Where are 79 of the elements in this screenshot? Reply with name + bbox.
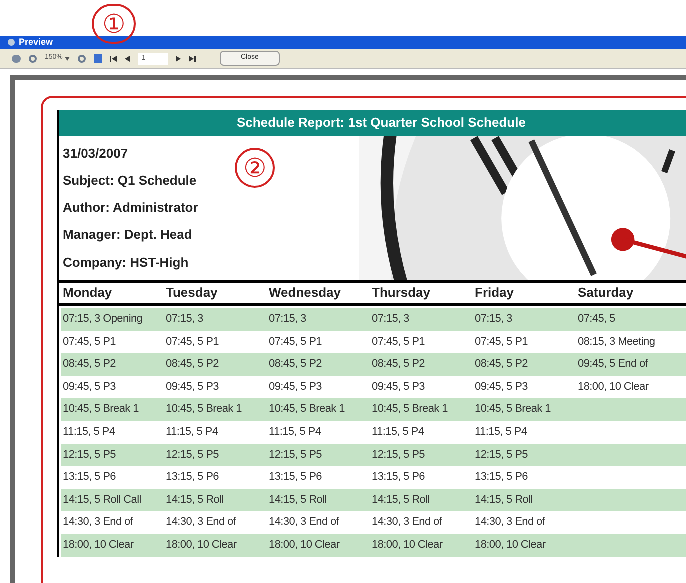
table-cell-text: 09:45, 5 P3 [474, 380, 529, 395]
table-cell-text: 11:15, 5 P4 [62, 425, 116, 440]
table-cell-text: 13:15, 5 P6 [268, 470, 323, 486]
table-cell-text: 14:30, 3 End of [474, 515, 546, 530]
table-cell-text: 12:15, 5 P5 [371, 448, 426, 463]
column-header: Tuesday [165, 284, 219, 302]
table-cell-text: 14:15, 5 Roll [371, 492, 431, 508]
table-cell-text: 07:45, 5 P1 [474, 334, 529, 350]
table-cell-text: 14:30, 3 End of [371, 515, 444, 530]
table-cell-text: 07:15, 3 Opening [62, 312, 144, 328]
table-cell-text: 08:45, 5 P2 [165, 357, 220, 372]
table-cell-text: 08:45, 5 P2 [474, 357, 529, 372]
column-header: Friday [474, 284, 516, 302]
previous-page-icon[interactable] [124, 56, 130, 62]
first-page-icon[interactable] [110, 56, 117, 62]
table-cell-text: 10:45, 5 Break 1 [371, 402, 449, 418]
table-cell-text: 09:45, 5 End of [577, 357, 650, 372]
table-cell-text: 18:00, 10 Clear [62, 538, 135, 553]
table-cell-text: 14:15, 5 Roll [268, 492, 328, 508]
table-cell-text: 14:30, 3 End of [62, 515, 134, 530]
report-info: Company: HST-High [63, 254, 190, 272]
report-info: Author: Administrator [63, 199, 200, 218]
table-cell-text: 09:45, 5 P3 [371, 380, 426, 395]
page-icon[interactable] [94, 54, 102, 63]
last-page-icon[interactable] [188, 56, 196, 62]
table-cell-text: 09:45, 5 P3 [268, 380, 323, 395]
table-cell-text: 13:15, 5 P6 [165, 470, 220, 486]
table-cell-text: 11:15, 5 P4 [268, 425, 322, 440]
table-cell-text: 07:15, 3 [371, 312, 410, 328]
table-cell-text: 07:15, 3 [165, 312, 204, 328]
table-cell-text: 12:15, 5 P5 [268, 448, 323, 463]
report-info: Subject: Q1 Schedule [63, 172, 198, 190]
table-cell-text: 11:15, 5 P4 [165, 425, 220, 440]
column-header: Thursday [371, 284, 432, 302]
table-cell-text: 11:15, 5 P4 [371, 425, 426, 440]
table-cell-text: 07:15, 3 [474, 312, 514, 328]
next-page-icon[interactable] [176, 56, 181, 62]
table-cell-text: 12:15, 5 P5 [165, 448, 220, 463]
table-cell-text: 08:15, 3 Meeting [577, 334, 656, 350]
table-cell-text: 13:15, 5 P6 [474, 470, 529, 486]
table-cell-text: 14:15, 5 Roll [165, 492, 225, 508]
column-header: Saturday [577, 284, 635, 302]
table-cell-text: 10:45, 5 Break 1 [165, 402, 243, 418]
table-cell-text: 12:15, 5 P5 [474, 448, 529, 463]
annotation-number: ② [235, 148, 275, 188]
table-cell-text: 08:45, 5 P2 [371, 357, 426, 372]
caret-icon [64, 56, 70, 60]
table-cell-text: 18:00, 10 Clear [268, 538, 341, 553]
table-cell-text: 09:45, 5 P3 [62, 380, 117, 395]
column-header: Monday [62, 284, 114, 302]
table-cell-text: 11:15, 5 P4 [474, 425, 528, 440]
table-cell-text: 07:45, 5 [577, 312, 616, 328]
column-header: Wednesday [268, 284, 342, 302]
report-title: Schedule Report: 1st Quarter School Schedule [59, 110, 686, 136]
table-cell-text: 07:45, 5 P1 [268, 334, 323, 350]
table-cell-text: 07:45, 5 P1 [371, 334, 426, 350]
report-info: Manager: Dept. Head [63, 226, 194, 244]
table-cell-text: 13:15, 5 P6 [62, 470, 117, 486]
table-cell-text: 14:15, 5 Roll [474, 492, 534, 508]
table-cell-text: 07:45, 5 P1 [165, 334, 220, 350]
report-info: 31/03/2007 [63, 144, 130, 163]
table-cell-text: 14:30, 3 End of [268, 515, 340, 530]
table-cell-text: 07:15, 3 [268, 312, 308, 328]
table-cell-text: 18:00, 10 Clear [577, 380, 650, 395]
table-cell-text: 08:45, 5 P2 [62, 357, 117, 372]
table-cell-text: 12:15, 5 P5 [62, 448, 117, 463]
table-cell-text: 10:45, 5 Break 1 [268, 402, 346, 418]
table-cell-text: 07:45, 5 P1 [62, 334, 117, 350]
window-title: Preview [19, 38, 54, 47]
table-cell-text: 18:00, 10 Clear [474, 538, 547, 553]
table-cell-text: 13:15, 5 P6 [371, 470, 426, 486]
table-cell-text: 14:30, 3 End of [165, 515, 238, 530]
table-cell-text: 08:45, 5 P2 [268, 357, 323, 372]
table-cell-text: 10:45, 5 Break 1 [62, 402, 140, 418]
table-cell-text: 09:45, 5 P3 [165, 380, 220, 395]
table-cell-text: 18:00, 10 Clear [371, 538, 444, 553]
table-cell-text: 14:15, 5 Roll Call [62, 492, 142, 508]
table-cell-text: 10:45, 5 Break 1 [474, 402, 552, 418]
table-cell-text: 18:00, 10 Clear [165, 538, 238, 553]
